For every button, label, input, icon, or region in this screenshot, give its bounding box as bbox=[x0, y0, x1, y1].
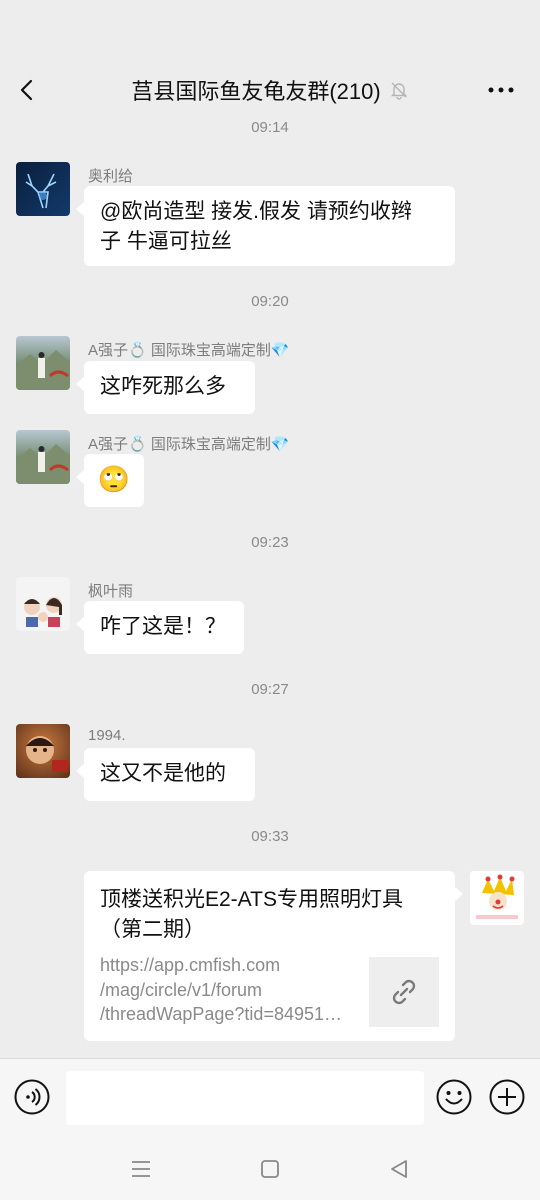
sender-name: A强子💍 国际珠宝高端定制💎 bbox=[88, 342, 290, 359]
chain-link-icon bbox=[392, 979, 416, 1005]
clown-avatar-icon bbox=[476, 874, 518, 919]
link-title-line: （第二期） bbox=[100, 918, 205, 941]
sender-name: 1994. bbox=[88, 727, 126, 744]
emoji: 🙄 bbox=[97, 464, 131, 494]
link-url-line: /threadWapPage?tid=84951… bbox=[100, 1004, 343, 1024]
bell-muted-icon bbox=[390, 82, 407, 100]
link-title: 顶楼送积光E2-ATS专用照明灯具 （第二期） bbox=[100, 885, 439, 945]
avatar[interactable] bbox=[16, 336, 70, 390]
voice-icon[interactable] bbox=[14, 1079, 50, 1115]
sender-name: A强子💍 国际珠宝高端定制💎 bbox=[88, 436, 290, 453]
own-avatar[interactable] bbox=[470, 871, 524, 925]
chat-header: 莒县国际鱼友龟友群(210) bbox=[0, 0, 540, 120]
timestamp: 09:27 bbox=[251, 681, 289, 698]
person-landscape-avatar-icon bbox=[16, 350, 70, 390]
system-nav-bar bbox=[0, 1138, 540, 1200]
message-bubble[interactable]: 这咋死那么多 bbox=[76, 361, 255, 414]
link-title-line: 顶楼送积光E2-ATS专用照明灯具 bbox=[100, 888, 403, 911]
message-text-line: 子 牛逼可拉丝 bbox=[100, 230, 232, 253]
avatar[interactable] bbox=[16, 162, 70, 216]
message-text: 这咋死那么多 bbox=[100, 375, 226, 398]
sender-name: 枫叶雨 bbox=[88, 583, 134, 600]
sender-name: 奥利给 bbox=[88, 168, 134, 185]
link-card-message[interactable]: 顶楼送积光E2-ATS专用照明灯具 （第二期） https://app.cmfi… bbox=[84, 871, 463, 1041]
deer-avatar-icon bbox=[25, 173, 57, 209]
avatar[interactable] bbox=[16, 724, 70, 778]
back-nav-icon[interactable] bbox=[386, 1156, 412, 1182]
link-url-line: https://app.cmfish.com bbox=[100, 955, 281, 975]
message-input[interactable] bbox=[66, 1071, 424, 1125]
avatar[interactable] bbox=[16, 577, 70, 631]
link-url-line: /mag/circle/v1/forum bbox=[100, 979, 263, 1000]
message-bubble[interactable]: @欧尚造型 接发.假发 请预约收辫 子 牛逼可拉丝 bbox=[76, 186, 455, 266]
home-nav-icon[interactable] bbox=[257, 1156, 283, 1182]
timestamp: 09:23 bbox=[251, 534, 289, 551]
plus-icon[interactable] bbox=[489, 1079, 525, 1115]
message-text: 咋了这是！？ bbox=[100, 615, 226, 638]
cartoon-character-avatar-icon bbox=[26, 736, 68, 772]
menu-nav-icon[interactable] bbox=[128, 1156, 154, 1182]
timestamp: 09:20 bbox=[251, 293, 289, 310]
emoji-icon[interactable] bbox=[436, 1079, 472, 1115]
message-bubble[interactable]: 这又不是他的 bbox=[76, 748, 255, 801]
emoji-message-bubble[interactable]: 🙄 bbox=[76, 454, 144, 507]
timestamp: 09:14 bbox=[251, 119, 289, 136]
link-url: https://app.cmfish.com /mag/circle/v1/fo… bbox=[100, 953, 350, 1027]
input-bar bbox=[0, 1058, 540, 1139]
chat-title-container: 莒县国际鱼友龟友群(210) bbox=[0, 74, 540, 106]
more-dots-icon[interactable] bbox=[486, 80, 516, 100]
avatar[interactable] bbox=[16, 430, 70, 484]
person-landscape-avatar-icon bbox=[16, 444, 70, 484]
message-text: 这又不是他的 bbox=[100, 762, 226, 785]
link-thumbnail bbox=[369, 957, 439, 1027]
timestamp: 09:33 bbox=[251, 828, 289, 845]
cartoon-family-avatar-icon bbox=[24, 597, 62, 627]
message-bubble[interactable]: 咋了这是！？ bbox=[76, 601, 244, 654]
message-text-line: @欧尚造型 接发.假发 请预约收辫 bbox=[100, 200, 412, 223]
chat-title[interactable]: 莒县国际鱼友龟友群(210) bbox=[131, 74, 380, 106]
